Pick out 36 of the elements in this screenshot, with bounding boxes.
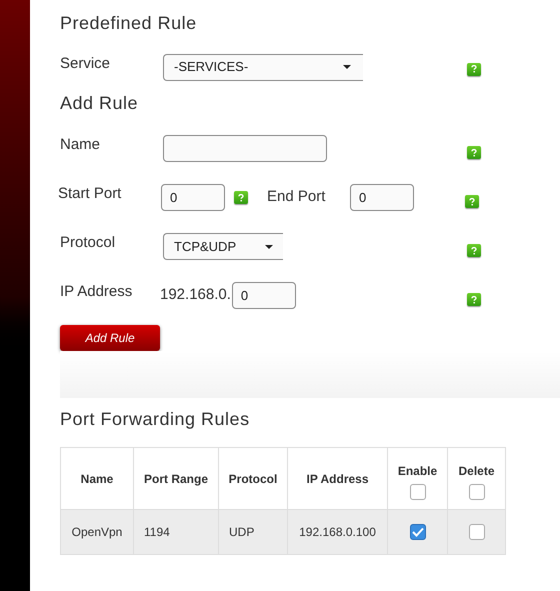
name-field[interactable] — [163, 135, 327, 162]
help-icon[interactable] — [465, 195, 479, 208]
caret-icon — [265, 244, 273, 248]
field-label: Service — [60, 54, 112, 74]
checkbox[interactable] — [468, 484, 484, 500]
table-cell: OpenVpn — [60, 510, 134, 554]
field-label: Protocol — [60, 233, 116, 254]
service-select[interactable]: -SERVICES- — [163, 54, 363, 80]
protocol-select[interactable]: TCP&UDP — [163, 233, 283, 260]
column-header: Name — [60, 448, 134, 510]
checkbox[interactable] — [410, 484, 426, 500]
column-label: Delete — [458, 462, 495, 480]
ip-prefix: 192.168.0. — [160, 285, 231, 306]
section-title: Add Rule — [60, 92, 140, 114]
help-icon[interactable] — [467, 293, 481, 306]
field-label: Name — [60, 135, 102, 156]
help-icon[interactable] — [467, 62, 481, 76]
checkbox[interactable] — [468, 524, 484, 540]
end-port-field[interactable]: 0 — [350, 184, 414, 211]
help-icon[interactable] — [467, 244, 481, 257]
ip-field[interactable]: 0 — [232, 282, 296, 309]
table-cell: UDP — [218, 510, 288, 554]
column-label: Enable — [398, 462, 438, 480]
field-label: IP Address — [60, 282, 134, 302]
caret-icon — [343, 65, 351, 69]
start-port-field[interactable]: 0 — [161, 184, 225, 211]
section-title: Predefined Rule — [60, 12, 198, 34]
table-cell: 192.168.0.100 — [288, 510, 388, 554]
section-title: Port Forwarding Rules — [60, 408, 251, 430]
field-label: End Port — [267, 187, 326, 208]
add-rule-button[interactable]: Add Rule — [60, 325, 160, 351]
checkbox[interactable] — [410, 524, 426, 540]
help-icon[interactable] — [467, 146, 481, 159]
table-cell: 1194 — [134, 510, 218, 554]
field-label: Start Port — [58, 184, 122, 204]
help-icon[interactable] — [234, 191, 248, 204]
